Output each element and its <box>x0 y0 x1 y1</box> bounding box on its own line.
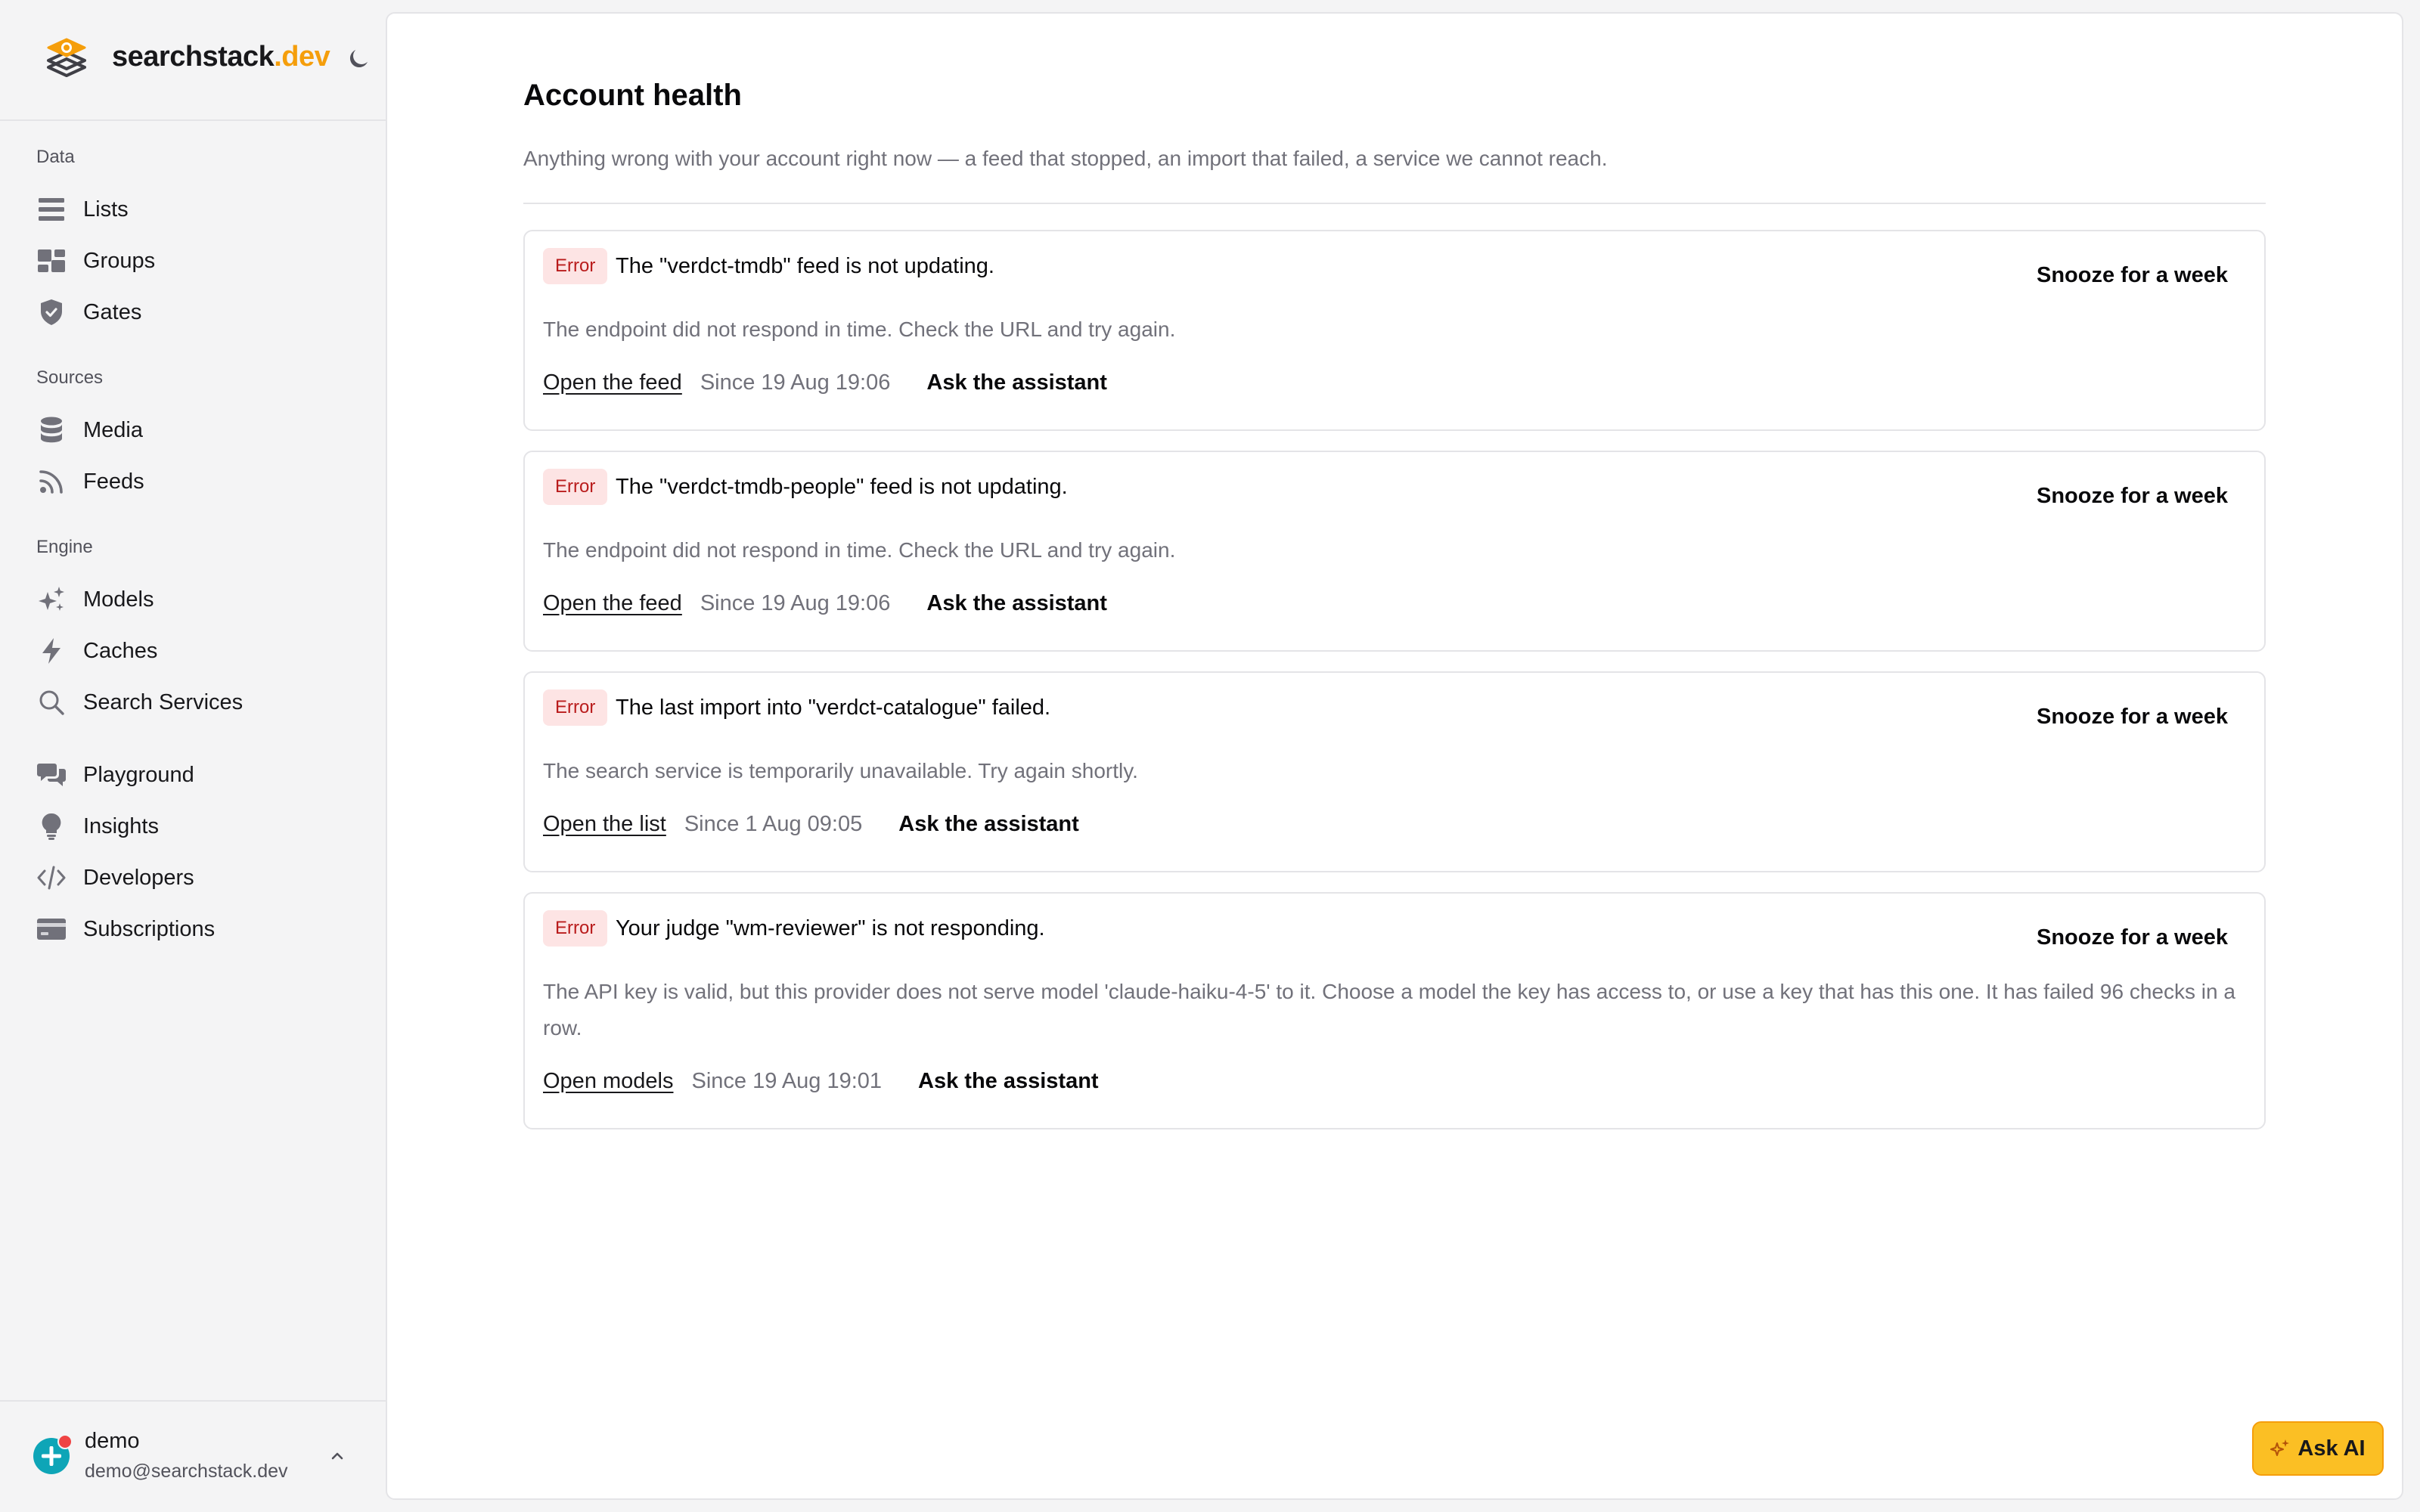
ask-ai-label: Ask AI <box>2297 1436 2366 1461</box>
since-timestamp: Since 19 Aug 19:01 <box>691 1069 883 1093</box>
lightning-icon <box>36 636 67 666</box>
open-feed-link[interactable]: Open the feed <box>543 370 682 395</box>
chevron-up-icon[interactable] <box>327 1445 348 1467</box>
open-models-link[interactable]: Open models <box>543 1069 674 1094</box>
sparkles-icon <box>36 584 67 615</box>
code-icon <box>36 863 67 893</box>
ask-assistant-button[interactable]: Ask the assistant <box>898 812 1079 837</box>
ask-assistant-button[interactable]: Ask the assistant <box>926 591 1107 616</box>
alert-title: Your judge "wm-reviewer" is not respondi… <box>616 916 1045 940</box>
sidebar-item-label: Insights <box>83 813 159 838</box>
alert-actions: Open the list Since 1 Aug 09:05 Ask the … <box>543 812 1079 837</box>
error-badge: Error <box>543 469 608 505</box>
sidebar-item-playground[interactable]: Playground <box>30 751 363 798</box>
alert-title: The "verdct-tmdb-people" feed is not upd… <box>616 475 1068 499</box>
sidebar-item-media[interactable]: Media <box>30 407 363 454</box>
alert-message: The search service is temporarily unavai… <box>543 759 1138 782</box>
lightbulb-icon <box>36 811 67 841</box>
sidebar-item-label: Groups <box>83 248 156 273</box>
ask-assistant-button[interactable]: Ask the assistant <box>918 1069 1099 1094</box>
sidebar-item-developers[interactable]: Developers <box>30 854 363 901</box>
alert-message: The endpoint did not respond in time. Ch… <box>543 318 1176 341</box>
sidebar-item-label: Search Services <box>83 689 244 714</box>
main-panel: Account health Anything wrong with your … <box>386 12 2403 1500</box>
search-icon <box>36 687 67 717</box>
brand-name-main: searchstack <box>112 41 275 73</box>
groups-icon <box>36 246 67 276</box>
sidebar-item-insights[interactable]: Insights <box>30 803 363 850</box>
user-name: demo <box>85 1429 140 1453</box>
sidebar-item-label: Subscriptions <box>83 916 216 941</box>
app: searchstack.dev Data Lists Groups Gates <box>0 0 2420 1512</box>
database-icon <box>36 415 67 445</box>
since-timestamp: Since 1 Aug 09:05 <box>684 812 863 836</box>
sidebar-item-search-services[interactable]: Search Services <box>30 679 363 726</box>
snooze-button[interactable]: Snooze for a week <box>2037 925 2228 950</box>
error-badge: Error <box>543 910 608 947</box>
credit-card-icon <box>36 914 67 944</box>
logo-icon[interactable] <box>45 36 88 82</box>
alert-actions: Open models Since 19 Aug 19:01 Ask the a… <box>543 1069 1099 1094</box>
alert-title: The last import into "verdct-catalogue" … <box>616 696 1051 720</box>
sidebar-item-label: Developers <box>83 865 194 890</box>
snooze-button[interactable]: Snooze for a week <box>2037 705 2228 730</box>
alert-card: Error The "verdct-tmdb-people" feed is n… <box>523 451 2266 652</box>
ask-ai-button[interactable]: Ask AI <box>2252 1421 2384 1476</box>
alert-message: The API key is valid, but this provider … <box>543 980 2235 1040</box>
sidebar-item-gates[interactable]: Gates <box>30 289 363 336</box>
chat-icon <box>36 760 67 790</box>
ask-assistant-button[interactable]: Ask the assistant <box>926 370 1107 395</box>
sidebar-item-label: Media <box>83 417 143 442</box>
open-feed-link[interactable]: Open the feed <box>543 591 682 616</box>
snooze-button[interactable]: Snooze for a week <box>2037 484 2228 509</box>
page-subtitle: Anything wrong with your account right n… <box>523 147 1608 170</box>
since-timestamp: Since 19 Aug 19:06 <box>700 591 891 615</box>
sidebar-item-label: Feeds <box>83 469 144 494</box>
snooze-button[interactable]: Snooze for a week <box>2037 263 2228 288</box>
alert-card: Error The "verdct-tmdb" feed is not upda… <box>523 230 2266 431</box>
error-badge: Error <box>543 689 608 726</box>
alert-title: The "verdct-tmdb" feed is not updating. <box>616 254 994 278</box>
sidebar-item-subscriptions[interactable]: Subscriptions <box>30 906 363 953</box>
error-badge: Error <box>543 248 608 284</box>
sidebar-item-label: Playground <box>83 762 194 787</box>
user-email: demo@searchstack.dev <box>85 1461 288 1482</box>
sidebar-item-feeds[interactable]: Feeds <box>30 458 363 505</box>
sidebar-item-label: Gates <box>83 299 142 324</box>
notification-dot <box>57 1434 73 1449</box>
shield-icon <box>36 297 67 327</box>
nav-section-sources: Sources <box>36 367 104 388</box>
sparkles-icon <box>2270 1439 2290 1456</box>
sidebar-item-groups[interactable]: Groups <box>30 237 363 284</box>
open-list-link[interactable]: Open the list <box>543 812 666 837</box>
nav-section-data: Data <box>36 147 75 167</box>
nav-section-engine: Engine <box>36 537 93 557</box>
list-icon <box>36 194 67 225</box>
moon-icon[interactable] <box>345 45 372 73</box>
alert-message: The endpoint did not respond in time. Ch… <box>543 538 1176 562</box>
page-title: Account health <box>523 79 742 112</box>
sidebar: searchstack.dev Data Lists Groups Gates <box>0 0 386 1512</box>
since-timestamp: Since 19 Aug 19:06 <box>700 370 891 395</box>
alert-actions: Open the feed Since 19 Aug 19:06 Ask the… <box>543 591 1107 616</box>
sidebar-item-lists[interactable]: Lists <box>30 186 363 233</box>
sidebar-item-models[interactable]: Models <box>30 576 363 623</box>
rss-icon <box>36 466 67 497</box>
divider <box>523 203 2266 204</box>
sidebar-item-label: Models <box>83 587 154 612</box>
sidebar-item-caches[interactable]: Caches <box>30 627 363 674</box>
brand-header: searchstack.dev <box>0 0 386 121</box>
alert-actions: Open the feed Since 19 Aug 19:06 Ask the… <box>543 370 1107 395</box>
sidebar-item-label: Caches <box>83 638 158 663</box>
sidebar-item-label: Lists <box>83 197 129 222</box>
brand-name[interactable]: searchstack.dev <box>112 41 330 73</box>
alert-card: Error The last import into "verdct-catal… <box>523 671 2266 872</box>
alert-card: Error Your judge "wm-reviewer" is not re… <box>523 892 2266 1129</box>
brand-name-tld: .dev <box>274 41 330 73</box>
